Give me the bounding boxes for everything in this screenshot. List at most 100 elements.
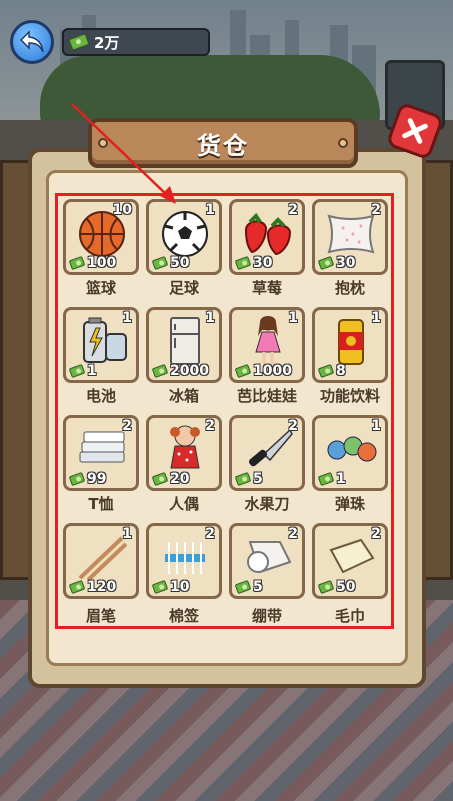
price-value: 30 — [253, 255, 273, 271]
item-slot-battery[interactable]: 1 1 — [63, 307, 139, 383]
item-slot-cotton-swab[interactable]: 2 10 — [146, 523, 222, 599]
item-count: 10 — [112, 202, 132, 218]
back-button[interactable] — [10, 20, 54, 64]
price-value: 1 — [336, 471, 346, 487]
item-slot-energy-drink[interactable]: 1 8 — [312, 307, 388, 383]
item-name: 篮球 — [85, 279, 116, 297]
item-count: 1 — [371, 418, 381, 434]
item-price: 30 — [317, 255, 356, 271]
item-price: 5 — [234, 471, 263, 487]
cash-icon — [234, 471, 252, 487]
item-slot-fridge[interactable]: 1 2000 — [146, 307, 222, 383]
item-count: 2 — [205, 418, 215, 434]
item-slot-strawberry[interactable]: 2 30 — [229, 199, 305, 275]
item-price: 5 — [234, 579, 263, 595]
price-value: 50 — [170, 255, 190, 271]
cash-icon — [68, 255, 86, 271]
item-price: 8 — [317, 363, 346, 379]
item-name: 芭比娃娃 — [236, 387, 297, 405]
bolt-decoration — [98, 138, 108, 148]
back-arrow-icon — [19, 30, 44, 53]
cash-icon — [151, 255, 169, 271]
item-name: 冰箱 — [168, 387, 199, 405]
item-count: 1 — [288, 310, 298, 326]
item-count: 2 — [371, 526, 381, 542]
item-count: 1 — [122, 310, 132, 326]
price-value: 99 — [87, 471, 107, 487]
item-slot-basketball[interactable]: 10 100 — [63, 199, 139, 275]
item-price: 1000 — [234, 363, 292, 379]
item-name: 人偶 — [168, 495, 199, 513]
item-price: 50 — [151, 255, 190, 271]
item-name: 眉笔 — [85, 607, 116, 625]
cash-icon — [234, 363, 252, 379]
item-slot-towel[interactable]: 2 50 — [312, 523, 388, 599]
item-price: 1 — [317, 471, 346, 487]
item-name: 棉签 — [168, 607, 199, 625]
item-name: 足球 — [168, 279, 199, 297]
cash-icon — [234, 255, 252, 271]
price-value: 120 — [87, 579, 117, 595]
price-value: 50 — [336, 579, 356, 595]
price-value: 1000 — [253, 363, 292, 379]
item-slot-barbie-doll[interactable]: 1 1000 — [229, 307, 305, 383]
cash-icon — [68, 33, 90, 51]
item-slot-tshirt[interactable]: 2 99 — [63, 415, 139, 491]
item-name: 电池 — [85, 387, 116, 405]
item-count: 2 — [288, 526, 298, 542]
item-count: 1 — [205, 202, 215, 218]
item-price: 99 — [68, 471, 107, 487]
price-value: 5 — [253, 579, 263, 595]
price-value: 10 — [170, 579, 190, 595]
item-name: 草莓 — [251, 279, 282, 297]
item-count: 1 — [205, 310, 215, 326]
item-count: 1 — [122, 526, 132, 542]
item-slot-doll[interactable]: 2 20 — [146, 415, 222, 491]
item-count: 2 — [288, 202, 298, 218]
item-price: 1 — [68, 363, 97, 379]
cash-icon — [151, 579, 169, 595]
cash-icon — [68, 363, 86, 379]
price-value: 1 — [87, 363, 97, 379]
item-count: 2 — [371, 202, 381, 218]
item-slot-eyebrow-pencil[interactable]: 1 120 — [63, 523, 139, 599]
title-plate: 货仓 — [88, 118, 358, 168]
item-count: 2 — [122, 418, 132, 434]
close-icon — [402, 118, 428, 144]
item-price: 20 — [151, 471, 189, 487]
item-slot-bandage[interactable]: 2 5 — [229, 523, 305, 599]
cash-icon — [234, 579, 252, 595]
cash-icon — [68, 471, 86, 487]
item-price: 10 — [151, 579, 190, 595]
bolt-decoration — [338, 138, 348, 148]
item-slot-pillow[interactable]: 2 30 — [312, 199, 388, 275]
cash-icon — [317, 471, 335, 487]
item-price: 100 — [68, 255, 117, 271]
cash-icon — [317, 579, 335, 595]
item-count: 1 — [371, 310, 381, 326]
item-count: 2 — [205, 526, 215, 542]
item-slot-soccer-ball[interactable]: 1 50 — [146, 199, 222, 275]
cash-icon — [317, 255, 335, 271]
item-name: 抱枕 — [334, 279, 365, 297]
cash-icon — [68, 579, 86, 595]
item-slot-marbles[interactable]: 1 1 — [312, 415, 388, 491]
item-name: 弹珠 — [334, 495, 365, 513]
money-value: 2万 — [94, 33, 120, 52]
item-price: 120 — [68, 579, 117, 595]
item-slot-knife[interactable]: 2 5 — [229, 415, 305, 491]
item-name: 功能饮料 — [319, 387, 380, 405]
item-price: 30 — [234, 255, 273, 271]
price-value: 5 — [253, 471, 263, 487]
item-count: 2 — [288, 418, 298, 434]
money-display: 2万 — [62, 28, 210, 56]
price-value: 100 — [87, 255, 117, 271]
cash-icon — [151, 363, 169, 379]
item-name: 毛巾 — [334, 607, 365, 625]
price-value: 8 — [336, 363, 346, 379]
item-price: 2000 — [151, 363, 209, 379]
item-name: T恤 — [88, 495, 114, 513]
item-name: 水果刀 — [244, 495, 290, 513]
item-price: 50 — [317, 579, 356, 595]
price-value: 30 — [336, 255, 356, 271]
